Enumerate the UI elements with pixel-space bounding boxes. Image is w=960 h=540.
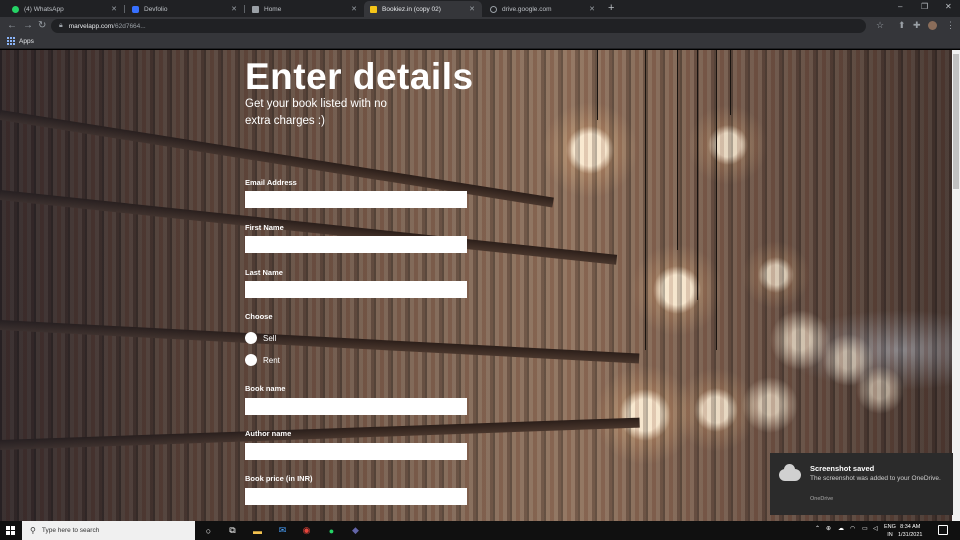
book-name-field[interactable] <box>245 398 467 415</box>
bookmarks-bar: Apps <box>0 35 960 49</box>
tab-label: Devfolio <box>144 5 168 13</box>
taskbar-search-box[interactable]: ⚲ Type here to search <box>22 521 195 540</box>
tab-label: (4) WhatsApp <box>24 5 64 13</box>
page-title: Enter details <box>245 56 474 97</box>
radio-label: Rent <box>263 355 280 365</box>
email-label: Email Address <box>245 178 297 187</box>
url-path: /62d7664... <box>113 22 146 30</box>
last-name-field[interactable] <box>245 281 467 298</box>
tab-whatsapp[interactable]: (4) WhatsApp ✕ <box>6 1 125 17</box>
network-icon[interactable]: ⊕ <box>826 525 831 532</box>
first-name-field[interactable] <box>245 236 467 253</box>
tab-label: drive.google.com <box>502 5 552 13</box>
apps-shortcut[interactable]: Apps <box>7 37 34 45</box>
tab-label: Bookiez.in (copy 02) <box>382 5 441 13</box>
book-name-label: Book name <box>245 384 286 393</box>
last-name-label: Last Name <box>245 268 283 277</box>
tab-bookiez[interactable]: Bookiez.in (copy 02) ✕ <box>364 1 482 17</box>
more-menu-icon[interactable]: ⋮ <box>946 20 955 31</box>
address-bar: ← → ↻ 🔒︎ marvelapp.com /62d7664... ☆ ⬆ ✚… <box>0 17 960 35</box>
extension-icon[interactable]: ⬆ <box>898 20 906 31</box>
mail-icon[interactable]: ✉ <box>276 524 289 537</box>
first-name-label: First Name <box>245 223 284 232</box>
scrollbar-thumb[interactable] <box>953 54 959 189</box>
lock-icon: 🔒︎ <box>59 22 63 29</box>
close-tab-icon[interactable]: ✕ <box>351 5 357 13</box>
author-name-label: Author name <box>245 429 292 438</box>
author-name-field[interactable] <box>245 443 467 460</box>
radio-rent[interactable]: Rent <box>245 354 280 366</box>
screen: (4) WhatsApp ✕ Devfolio ✕ Home ✕ Bookiez… <box>0 0 960 540</box>
minimize-button[interactable]: – <box>898 2 902 11</box>
url-input[interactable]: 🔒︎ marvelapp.com /62d7664... <box>51 19 866 33</box>
screenshot-toast[interactable]: Screenshot saved The screenshot was adde… <box>770 453 953 515</box>
search-placeholder: Type here to search <box>41 527 100 534</box>
language-indicator[interactable]: ENG IN <box>884 523 896 539</box>
book-price-field[interactable] <box>245 488 467 505</box>
close-window-button[interactable]: ✕ <box>945 2 952 11</box>
close-tab-icon[interactable]: ✕ <box>231 5 237 13</box>
radio-sell[interactable]: Sell <box>245 332 276 344</box>
windows-taskbar: ⚲ Type here to search ○ ⧉ ▬ ✉ ◉ ● ◆ ⌃ ⊕ … <box>0 521 960 540</box>
wifi-icon[interactable]: ◠ <box>850 525 855 532</box>
apps-label: Apps <box>19 37 34 45</box>
toast-title: Screenshot saved <box>810 464 875 473</box>
home-icon <box>252 5 259 13</box>
radio-label: Sell <box>263 333 277 343</box>
page-subtitle: Get your book listed with no extra charg… <box>245 98 387 127</box>
cortana-icon[interactable]: ○ <box>202 524 215 537</box>
radio-button[interactable] <box>245 332 257 344</box>
tab-label: Home <box>264 5 282 13</box>
toast-message: The screenshot was added to your OneDriv… <box>810 475 941 482</box>
onedrive-tray-icon[interactable]: ☁ <box>838 525 844 532</box>
bookmark-star-icon[interactable]: ☆ <box>876 20 884 31</box>
volume-icon[interactable]: ◁ <box>873 525 878 532</box>
battery-icon[interactable]: ▭ <box>862 525 868 532</box>
url-host: marvelapp.com <box>68 22 114 30</box>
whatsapp-taskbar-icon[interactable]: ● <box>325 524 338 537</box>
reload-icon[interactable]: ↻ <box>38 20 46 31</box>
library-background-image <box>0 50 952 521</box>
chrome-icon[interactable]: ◉ <box>300 524 313 537</box>
tab-home[interactable]: Home ✕ <box>246 1 364 17</box>
apps-grid-icon <box>7 37 15 45</box>
close-tab-icon[interactable]: ✕ <box>111 5 117 13</box>
file-explorer-icon[interactable]: ▬ <box>251 524 264 537</box>
close-tab-icon[interactable]: ✕ <box>589 5 595 13</box>
tab-devfolio[interactable]: Devfolio ✕ <box>126 1 245 17</box>
radio-button[interactable] <box>245 354 257 366</box>
new-tab-button[interactable]: + <box>608 2 614 14</box>
email-field[interactable] <box>245 191 467 208</box>
task-view-icon[interactable]: ⧉ <box>226 524 239 537</box>
tray-chevron-icon[interactable]: ⌃ <box>815 525 820 532</box>
tab-bar: (4) WhatsApp ✕ Devfolio ✕ Home ✕ Bookiez… <box>0 0 960 17</box>
search-icon: ⚲ <box>30 526 36 535</box>
close-tab-icon[interactable]: ✕ <box>469 5 475 13</box>
onedrive-cloud-icon <box>779 464 801 481</box>
maximize-button[interactable]: ❐ <box>921 2 928 11</box>
clock[interactable]: 8:34 AM 1/31/2021 <box>898 523 922 539</box>
choose-label: Choose <box>245 312 273 321</box>
book-price-label: Book price (in INR) <box>245 474 313 483</box>
puzzle-icon[interactable]: ✚ <box>913 20 921 31</box>
tab-drive[interactable]: drive.google.com ✕ <box>484 1 602 17</box>
windows-start-icon[interactable] <box>6 526 15 535</box>
teams-icon[interactable]: ◆ <box>349 524 362 537</box>
notification-center-icon[interactable] <box>938 525 948 535</box>
avatar[interactable] <box>928 21 937 30</box>
back-icon[interactable]: ← <box>7 20 17 31</box>
toast-source: OneDrive <box>810 496 834 502</box>
forward-icon[interactable]: → <box>23 20 33 31</box>
bookiez-icon <box>370 5 377 13</box>
globe-icon <box>490 5 497 13</box>
devfolio-icon <box>132 5 139 13</box>
whatsapp-icon <box>12 5 19 13</box>
